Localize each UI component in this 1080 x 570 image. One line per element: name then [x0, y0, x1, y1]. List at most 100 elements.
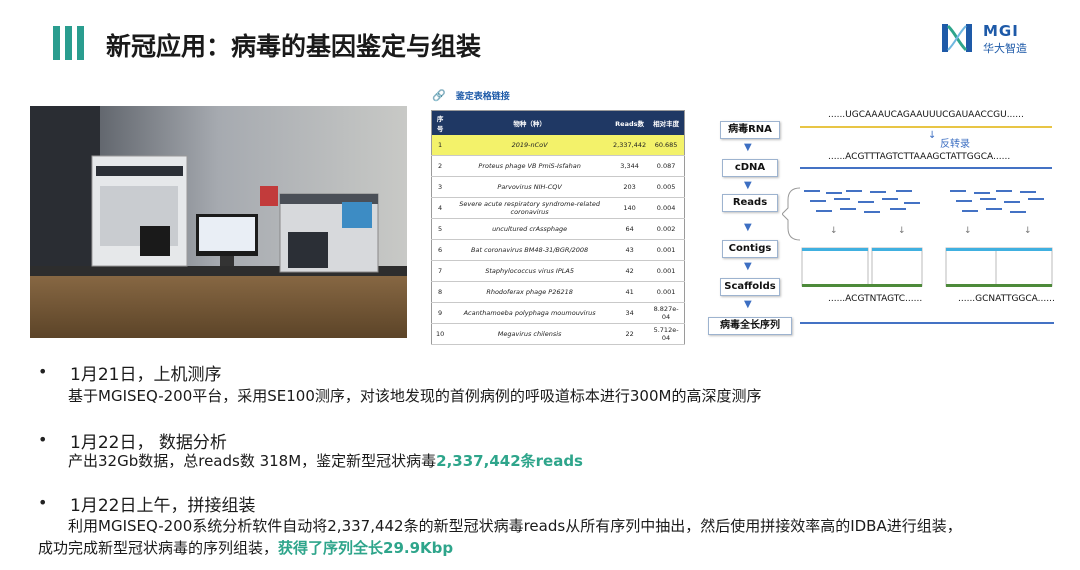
table-row: 1 2019-nCoV 2,337,442 60.685: [431, 135, 685, 156]
table-row: 4 Severe acute respiratory syndrome-relat…: [431, 197, 685, 219]
arrow-down-icon: ↓: [830, 226, 838, 236]
cell: 9: [431, 302, 449, 324]
cell: 6: [431, 239, 449, 261]
bullet-text: 产出32Gb数据，总reads数 318M，鉴定新型冠状病毒: [68, 452, 437, 470]
cell: 140: [611, 197, 649, 219]
cell: 8.827e-04: [648, 302, 685, 324]
cell: 2: [431, 155, 449, 177]
arrow-down-icon: ▼: [744, 180, 752, 191]
sequence-length-highlight: 获得了序列全长29.9Kbp: [278, 539, 454, 557]
cell: 42: [611, 260, 649, 282]
reverse-arrow-icon: ↓: [928, 130, 937, 141]
arrow-down-icon: ↓: [964, 226, 972, 236]
flow-step-scaffolds: Scaffolds: [720, 278, 780, 296]
cell: 0.001: [648, 239, 685, 261]
table-header-row: 序号 物种（种） Reads数 相对丰度: [431, 110, 685, 135]
table-row: 9 Acanthamoeba polyphaga moumouvirus 34 8.8…: [431, 302, 685, 324]
col-header: 物种（种）: [448, 110, 612, 135]
contig-left-sequence: ......ACGTNTAGTC......: [828, 294, 923, 304]
bullet-text: 基于MGISEQ-200平台，采用SE100测序，对该地发现的首例病例的呼吸道标…: [68, 387, 762, 405]
page-title: 新冠应用：病毒的基因鉴定与组装: [106, 32, 482, 61]
cell: 5: [431, 218, 449, 240]
cell: 2019-nCoV: [448, 135, 612, 156]
col-header: Reads数: [611, 110, 649, 135]
cell: 8: [431, 281, 449, 303]
bullet-text-line: 成功完成新型冠状病毒的序列组装，获得了序列全长29.9Kbp: [38, 537, 453, 558]
cell: 0.005: [648, 176, 685, 198]
cell: 2,337,442: [611, 135, 649, 156]
cell: Severe acute respiratory syndrome-relate…: [448, 197, 612, 219]
cell: 1: [431, 135, 449, 156]
bullet-text: 利用MGISEQ-200系统分析软件自动将2,337,442条的新型冠状病毒re…: [68, 517, 962, 535]
flow-step-contigs: Contigs: [722, 240, 778, 258]
cell: Acanthamoeba polyphaga moumouvirus: [448, 302, 612, 324]
flow-step-genome: 病毒全长序列: [708, 317, 792, 335]
bullet-marker: •: [38, 362, 48, 381]
bullet-marker: •: [38, 430, 48, 449]
table-row: 8 Rhodoferax phage P26218 41 0.001: [431, 281, 685, 303]
arrow-down-icon: ▼: [744, 261, 752, 272]
table-row: 7 Staphylococcus virus IPLA5 42 0.001: [431, 260, 685, 282]
reverse-transcription-label: 反转录: [940, 139, 970, 150]
bullet-text-line: 产出32Gb数据，总reads数 318M，鉴定新型冠状病毒2,337,442条…: [68, 450, 583, 471]
table-row: 6 Bat coronavirus BM48-31/BGR/2008 43 0.001: [431, 239, 685, 261]
flow-step-reads: Reads: [722, 194, 778, 212]
cell: 10: [431, 323, 449, 345]
arrow-down-icon: ↓: [898, 226, 906, 236]
col-header: 序号: [431, 110, 449, 135]
cell: Parvovirus NIH-CQV: [448, 176, 612, 198]
rna-sequence: ......UGCAAAUCAGAAUUUCGAUAACCGU......: [828, 110, 1024, 120]
table-row: 3 Parvovirus NIH-CQV 203 0.005: [431, 176, 685, 198]
cell: 7: [431, 260, 449, 282]
cell: Rhodoferax phage P26218: [448, 281, 612, 303]
cell: Megavirus chilensis: [448, 323, 612, 345]
table-row: 5 uncultured crAssphage 64 0.002: [431, 218, 685, 240]
link-icon: 🔗: [432, 89, 446, 102]
cell: 0.002: [648, 218, 685, 240]
cell: 34: [611, 302, 649, 324]
bullet-heading: 1月21日，上机测序: [70, 365, 222, 385]
bullet-marker: •: [38, 493, 48, 512]
title-accent-bars: [53, 26, 84, 60]
mgi-logo-icon: [942, 24, 972, 52]
cell: 22: [611, 323, 649, 345]
logo-subtext: 华大智造: [983, 42, 1027, 55]
cdna-strand-line: [800, 167, 1052, 169]
rna-strand-line: [800, 126, 1052, 128]
cell: 64: [611, 218, 649, 240]
identification-table: 序号 物种（种） Reads数 相对丰度 1 2019-nCoV 2,337,442…: [431, 110, 685, 345]
arrow-down-icon: ▼: [744, 222, 752, 233]
cell: uncultured crAssphage: [448, 218, 612, 240]
cell: 4: [431, 197, 449, 219]
table-link[interactable]: 🔗 鉴定表格链接: [432, 89, 510, 102]
bullet-text: 成功完成新型冠状病毒的序列组装，: [38, 539, 279, 557]
table-row: 2 Proteus phage VB PmiS-Isfahan 3,344 0.087: [431, 155, 685, 177]
cell: Proteus phage VB PmiS-Isfahan: [448, 155, 612, 177]
cell: Staphylococcus virus IPLA5: [448, 260, 612, 282]
lab-photo: [30, 106, 407, 338]
cell: 0.004: [648, 197, 685, 219]
logo-text: MGI: [983, 22, 1019, 40]
cell: 0.087: [648, 155, 685, 177]
table-row: 10 Megavirus chilensis 22 5.712e-04: [431, 323, 685, 345]
cell: 5.712e-04: [648, 323, 685, 345]
cell: 60.685: [648, 135, 685, 156]
reads-count-highlight: 2,337,442条reads: [436, 452, 583, 470]
cell: 0.001: [648, 281, 685, 303]
cell: 43: [611, 239, 649, 261]
cell: 3: [431, 176, 449, 198]
table-link-label: 鉴定表格链接: [455, 92, 510, 102]
cell: 41: [611, 281, 649, 303]
contig-right-sequence: ......GCNATTGGCA......: [958, 294, 1055, 304]
flow-step-cdna: cDNA: [722, 159, 778, 177]
arrow-down-icon: ▼: [744, 142, 752, 153]
full-genome-line: [800, 322, 1054, 324]
bullet-heading: 1月22日上午，拼接组装: [70, 496, 256, 516]
cell: 203: [611, 176, 649, 198]
cell: 3,344: [611, 155, 649, 177]
contigs-diagram: [801, 247, 1053, 287]
cell: 0.001: [648, 260, 685, 282]
cell: Bat coronavirus BM48-31/BGR/2008: [448, 239, 612, 261]
arrow-down-icon: ▼: [744, 299, 752, 310]
reads-fragments: [804, 190, 1044, 213]
